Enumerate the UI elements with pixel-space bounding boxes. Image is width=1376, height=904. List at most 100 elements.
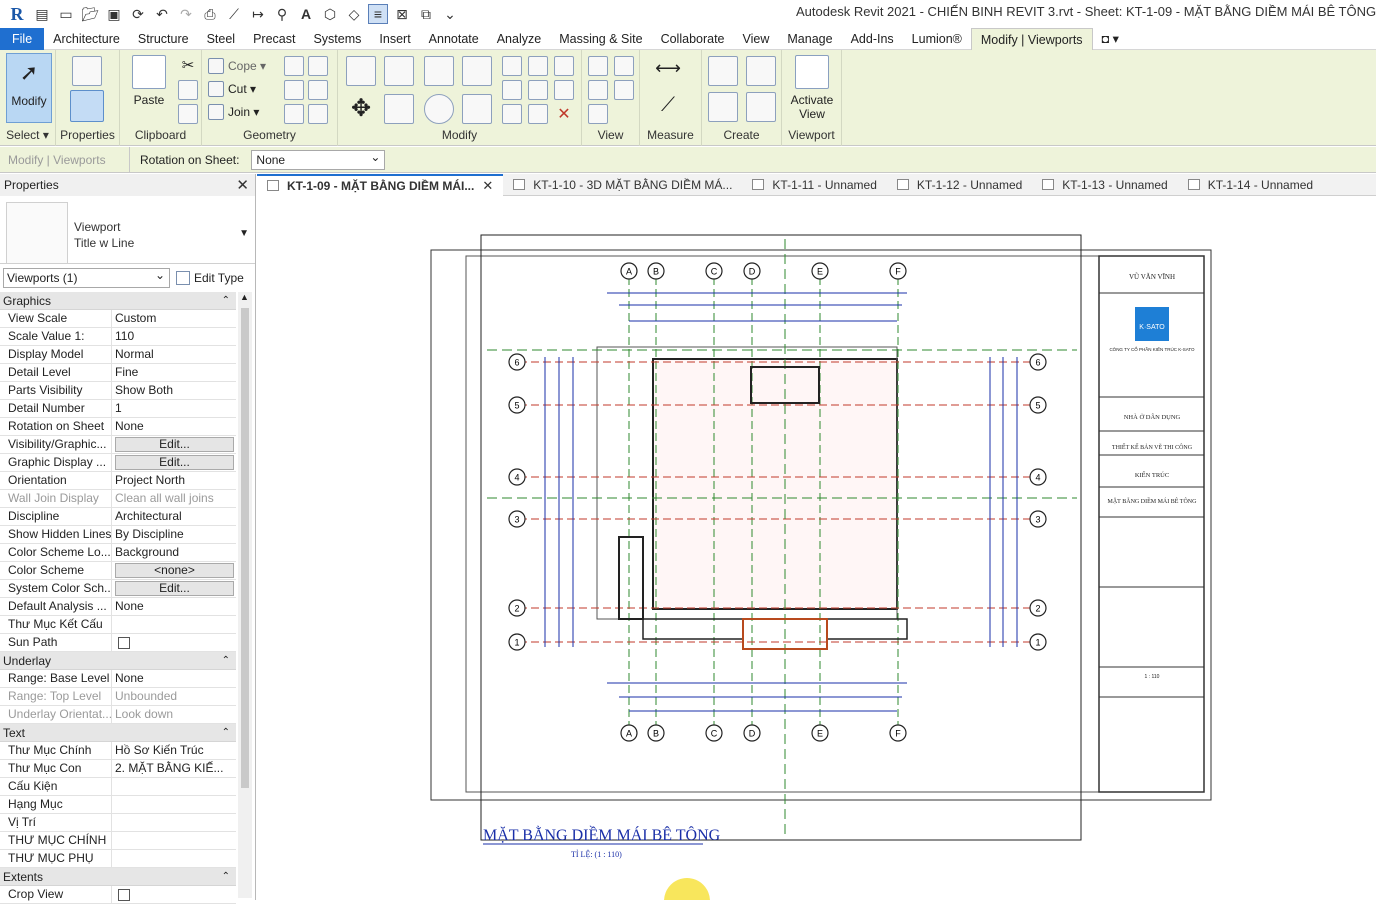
print-icon[interactable]: ⎙	[200, 4, 220, 24]
collapse-icon[interactable]: ⌃	[222, 292, 230, 310]
thin-lines-icon[interactable]: ≡	[368, 4, 388, 24]
property-row[interactable]: Color Scheme <none>	[0, 562, 236, 580]
copy-element-icon[interactable]	[384, 94, 414, 124]
join-roof-icon[interactable]	[284, 80, 304, 100]
collapse-icon[interactable]: ⌃	[222, 724, 230, 742]
hide-element-icon[interactable]	[588, 56, 608, 76]
property-value[interactable]: None	[112, 598, 236, 615]
property-row[interactable]: Cấu Kiện	[0, 778, 236, 796]
undo-icon[interactable]: ↶	[152, 4, 172, 24]
tab-precast[interactable]: Precast	[244, 28, 304, 50]
property-row[interactable]: Display Model Normal	[0, 346, 236, 364]
tab-lumion[interactable]: Lumion®	[903, 28, 971, 50]
create-parts-icon[interactable]	[746, 56, 776, 86]
property-row[interactable]: Discipline Architectural	[0, 508, 236, 526]
cut-icon[interactable]: ✂	[178, 56, 198, 76]
pin-icon[interactable]	[554, 80, 574, 100]
save-icon[interactable]: ▣	[104, 4, 124, 24]
sheet-drawing[interactable]: A A B B C C D D E E F F 6 6 5 5 4 4 3 3 2 2 1 1 K·SATO VŨ VĂN V…	[257, 197, 1376, 900]
view-tab-kt-1-14[interactable]: KT-1-14 - Unnamed	[1178, 174, 1323, 196]
property-value[interactable]: Look down	[112, 706, 236, 723]
match-type-icon[interactable]	[178, 104, 198, 124]
property-row[interactable]: Sun Path	[0, 634, 236, 652]
copy-icon[interactable]	[178, 80, 198, 100]
property-value[interactable]: Edit...	[112, 436, 236, 453]
section-icon[interactable]: ◇	[344, 4, 364, 24]
tab-architecture[interactable]: Architecture	[44, 28, 129, 50]
cope-button[interactable]: Cope ▾	[208, 56, 266, 76]
tab-insert[interactable]: Insert	[370, 28, 419, 50]
trim-icon[interactable]	[462, 94, 492, 124]
collapse-icon[interactable]: ⌃	[222, 868, 230, 886]
property-value[interactable]: 1	[112, 400, 236, 417]
delete-icon[interactable]: ✕	[554, 104, 574, 124]
property-row[interactable]: THƯ MỤC CHÍNH	[0, 832, 236, 850]
property-value[interactable]: Architectural	[112, 508, 236, 525]
property-value[interactable]: Fine	[112, 364, 236, 381]
property-value[interactable]	[112, 814, 236, 831]
measure-icon[interactable]: ⟋	[224, 4, 244, 24]
property-row[interactable]: Wall Join Display Clean all wall joins	[0, 490, 236, 508]
unpin-icon[interactable]	[554, 56, 574, 76]
tab-massing-site[interactable]: Massing & Site	[550, 28, 651, 50]
tab-modify-viewports[interactable]: Modify | Viewports	[970, 27, 1093, 50]
property-row[interactable]: Underlay Orientat... Look down	[0, 706, 236, 724]
properties-scrollbar[interactable]: ▲	[238, 292, 252, 898]
property-value[interactable]: None	[112, 670, 236, 687]
type-selector[interactable]: Viewport Title w Line ▼	[0, 196, 255, 264]
tab-add-ins[interactable]: Add-Ins	[842, 28, 903, 50]
tab-annotate[interactable]: Annotate	[420, 28, 488, 50]
close-hidden-icon[interactable]: ⊠	[392, 4, 412, 24]
edit-type-button[interactable]: Edit Type	[176, 271, 244, 285]
selection-box-icon[interactable]	[588, 104, 608, 124]
property-edit-button[interactable]: Edit...	[115, 581, 234, 596]
property-row[interactable]: Default Analysis ... None	[0, 598, 236, 616]
tab-steel[interactable]: Steel	[198, 28, 245, 50]
tag-icon[interactable]: ⚲	[272, 4, 292, 24]
rotation-on-sheet-select[interactable]: None	[251, 148, 386, 170]
property-value[interactable]: By Discipline	[112, 526, 236, 543]
property-row[interactable]: System Color Sch... Edit...	[0, 580, 236, 598]
checkbox[interactable]	[118, 889, 130, 901]
view-tab-kt-1-13[interactable]: KT-1-13 - Unnamed	[1032, 174, 1177, 196]
align-icon[interactable]	[346, 56, 376, 86]
select-dropdown[interactable]: Select ▾	[0, 128, 55, 142]
property-value[interactable]: 2. MẶT BẰNG KIẾ...	[112, 760, 236, 777]
view-tab-kt-1-09[interactable]: KT-1-09 - MẶT BẰNG DIỀM MÁI... ✕	[257, 173, 504, 196]
type-properties-icon[interactable]	[72, 56, 102, 86]
switch-windows-icon[interactable]: ⧉	[416, 4, 436, 24]
qat-dropdown-icon[interactable]: ⌄	[440, 4, 460, 24]
property-value[interactable]: Custom	[112, 310, 236, 327]
activate-view-button[interactable]: Activate View	[788, 53, 836, 123]
3d-view-icon[interactable]: ⬡	[320, 4, 340, 24]
create-assembly-icon[interactable]	[708, 56, 738, 86]
property-row[interactable]: THƯ MỤC PHỤ	[0, 850, 236, 868]
property-row[interactable]: Graphic Display ... Edit...	[0, 454, 236, 472]
property-row[interactable]: Orientation Project North	[0, 472, 236, 490]
remove-paint-icon[interactable]	[308, 104, 328, 124]
property-row[interactable]: View Scale Custom	[0, 310, 236, 328]
property-row[interactable]: Range: Top Level Unbounded	[0, 688, 236, 706]
tab-file[interactable]: File	[0, 27, 45, 50]
property-value[interactable]: Edit...	[112, 454, 236, 471]
section-underlay[interactable]: Underlay ⌃	[0, 652, 236, 670]
wall-joins-icon[interactable]	[284, 56, 304, 76]
property-row[interactable]: Detail Number 1	[0, 400, 236, 418]
view-tab-kt-1-10[interactable]: KT-1-10 - 3D MẶT BẰNG DIỀM MÁ...	[503, 174, 742, 196]
recent-files-icon[interactable]: ▤	[32, 4, 52, 24]
property-value[interactable]	[112, 634, 236, 651]
property-row[interactable]: Rotation on Sheet None	[0, 418, 236, 436]
view-tab-kt-1-12[interactable]: KT-1-12 - Unnamed	[887, 174, 1032, 196]
linework-icon[interactable]	[588, 80, 608, 100]
array-icon[interactable]	[502, 80, 522, 100]
section-extents[interactable]: Extents ⌃	[0, 868, 236, 886]
move-icon[interactable]: ✥	[346, 94, 376, 124]
property-value[interactable]: Project North	[112, 472, 236, 489]
tab-analyze[interactable]: Analyze	[488, 28, 550, 50]
drawing-area[interactable]: A A B B C C D D E E F F 6 6 5 5 4 4 3 3 2 2 1 1 K·SATO VŨ VĂN V…	[257, 197, 1376, 900]
property-value[interactable]: Edit...	[112, 580, 236, 597]
redo-icon[interactable]: ↷	[176, 4, 196, 24]
property-row[interactable]: Crop View	[0, 886, 236, 904]
property-row[interactable]: Thư Mục Chính Hồ Sơ Kiến Trúc	[0, 742, 236, 760]
property-value[interactable]	[112, 796, 236, 813]
